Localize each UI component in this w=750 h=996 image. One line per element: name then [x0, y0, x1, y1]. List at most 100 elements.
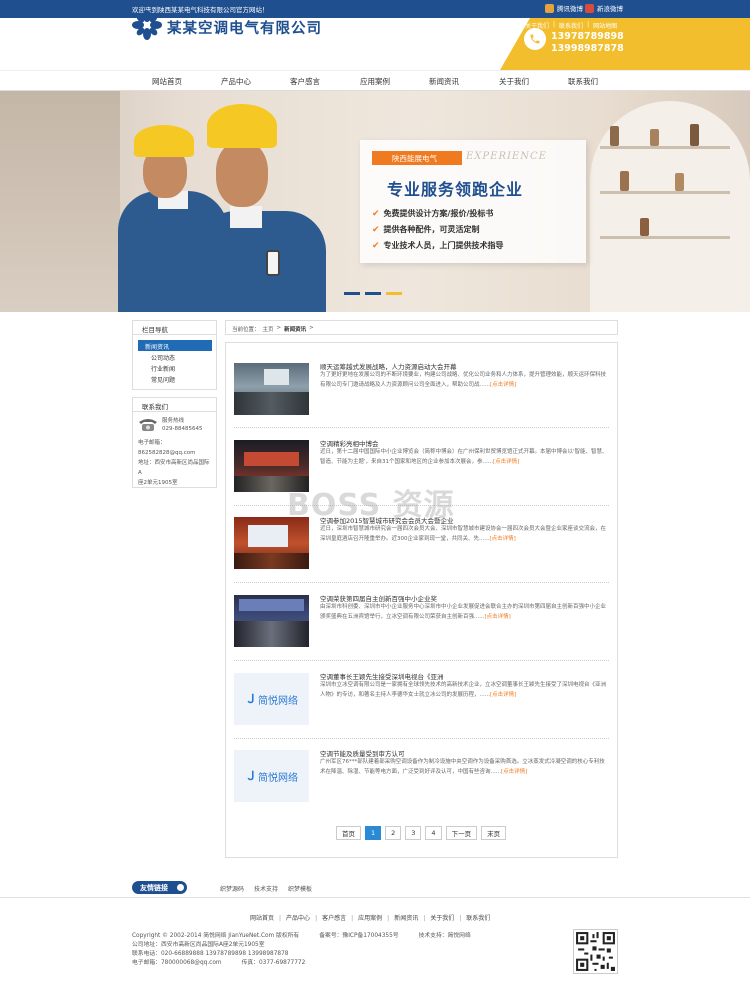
- news-summary: 近日，第十二届中国国际中小企业博览会（简称中博会）在广州保利世贸博览馆正式开幕。…: [320, 449, 608, 465]
- slogan-list: ✔ 免费提供设计方案/报价/投标书 ✔ 提供各种配件，可灵活定制 ✔ 专业技术人员，上…: [372, 206, 504, 254]
- news-title[interactable]: 空调董事长王颖先生接受深圳电视台《亚洲: [320, 671, 444, 681]
- list-item[interactable]: Ｊ 简悦网络 空调董事长王颖先生接受深圳电视台《亚洲 深圳市立冰空调有限公司是一…: [234, 671, 609, 727]
- slogan-english: EXPERIENCE: [466, 151, 547, 162]
- list-item[interactable]: 空调荣获第四届自主创新百强中小企业奖 由深圳市科创委、深圳市中小企业服务中心深圳…: [234, 593, 609, 649]
- sidebar-nav: 栏目导航 新闻资讯 公司动态 行业新闻 常见问题: [132, 320, 217, 390]
- footer-link-about[interactable]: 关于我们: [418, 913, 454, 922]
- nav-contact[interactable]: 联系我们: [568, 76, 598, 87]
- slogan-point: ✔ 免费提供设计方案/报价/投标书: [372, 206, 504, 222]
- footer-link-products[interactable]: 产品中心: [274, 913, 310, 922]
- page-2-button[interactable]: 2: [385, 826, 402, 840]
- footer-fax: 传真：0377-69877772: [241, 960, 306, 966]
- news-summary: 为了更好更地在发展公司的不断环境要业，构建公司战略、优化公司业务和人力体系，提升…: [320, 372, 607, 388]
- brand-logo-icon: Ｊ: [245, 692, 258, 706]
- nav-about[interactable]: 关于我们: [499, 76, 529, 87]
- phone-number-2: 13998987878: [551, 43, 624, 54]
- page-3-button[interactable]: 3: [405, 826, 422, 840]
- list-item[interactable]: Ｊ 简悦网络 空调节能及质量受到审方认可 广州军区76***部队建着部采购空调设…: [234, 748, 609, 804]
- slider-dot[interactable]: [365, 292, 381, 295]
- top-bar: 欢迎来到陕西某某电气科技有限公司官方网站！ 腾讯微博 新浪微博: [0, 0, 750, 18]
- hotline-number: 029-88485645: [162, 426, 203, 432]
- read-more-link[interactable]: [点击详情]: [493, 459, 519, 465]
- footer-info: Copyright © 2002-2014 简悦网络 JianYueNet.Co…: [132, 932, 471, 968]
- news-thumbnail[interactable]: [234, 517, 309, 569]
- footer-address: 公司地址：西安市高新区尚品国际A座2单元1905室: [132, 942, 265, 948]
- news-summary: 由深圳市科创委、深圳市中小企业服务中心深圳市中小企业发展促进会联合主办的深圳市第…: [320, 604, 607, 620]
- slider-dot[interactable]: [344, 292, 360, 295]
- read-more-link[interactable]: [点击详情]: [490, 692, 516, 698]
- sidebar-item-faq[interactable]: 常见问题: [133, 375, 216, 386]
- slider-indicators: [344, 292, 402, 295]
- footer-email: 电子邮箱：780000068@qq.com: [132, 960, 222, 966]
- news-thumbnail[interactable]: Ｊ 简悦网络: [234, 750, 309, 802]
- footer-link-contact[interactable]: 联系我们: [454, 913, 490, 922]
- footer-link-testimonials[interactable]: 客户感言: [310, 913, 346, 922]
- page-first-button[interactable]: 首页: [336, 826, 361, 840]
- news-thumbnail[interactable]: [234, 595, 309, 647]
- phone-number-1: 13978789898: [551, 31, 624, 42]
- sina-weibo-link[interactable]: 新浪微博: [585, 3, 623, 13]
- slider-dot-active[interactable]: [386, 292, 402, 295]
- footer-nav: 网站首页 产品中心 客户感言 应用案例 新闻资讯 关于我们 联系我们: [250, 913, 490, 922]
- breadcrumb: 当前位置： 主页 > 新闻资讯 >: [225, 320, 618, 335]
- hotline-label: 服务热线: [162, 418, 185, 424]
- page-4-button[interactable]: 4: [425, 826, 442, 840]
- news-thumbnail[interactable]: [234, 363, 309, 415]
- breadcrumb-home[interactable]: 主页: [263, 325, 274, 334]
- page-1-button[interactable]: 1: [365, 826, 382, 840]
- footer-link-cases[interactable]: 应用案例: [346, 913, 382, 922]
- mobile-phone-icon: [266, 250, 280, 276]
- sidebar-item-industry-news[interactable]: 行业新闻: [133, 364, 216, 375]
- email-value: 862582828@qq.com: [138, 450, 196, 456]
- read-more-link[interactable]: [点击详情]: [485, 614, 511, 620]
- friend-links-badge: 友情链接: [132, 881, 187, 894]
- email-label: 电子邮箱：: [138, 440, 166, 446]
- sidebar-item-company-news[interactable]: 公司动态: [133, 353, 216, 364]
- sidebar-nav-title: 栏目导航: [133, 321, 216, 335]
- logo-icon[interactable]: [132, 10, 162, 40]
- sidebar-category-news[interactable]: 新闻资讯: [138, 340, 212, 351]
- header-link-contact[interactable]: 联系我们: [559, 21, 583, 30]
- news-summary: 近日，深圳市智慧城市研究会一届四次会员大会、深圳市智慧城市建设协会一届四次会员大…: [320, 526, 607, 542]
- page-next-button[interactable]: 下一页: [445, 826, 478, 840]
- read-more-link[interactable]: [点击详情]: [490, 536, 516, 542]
- read-more-link[interactable]: [点击详情]: [501, 769, 527, 775]
- friend-link[interactable]: 技术支持: [254, 884, 278, 893]
- footer-link-home[interactable]: 网站首页: [250, 913, 274, 922]
- read-more-link[interactable]: [点击详情]: [490, 382, 516, 388]
- tencent-weibo-link[interactable]: 腾讯微博: [545, 3, 583, 13]
- friend-link[interactable]: 织梦模板: [288, 884, 312, 893]
- news-title[interactable]: 空调节能及质量受到审方认可: [320, 748, 405, 758]
- nav-home[interactable]: 网站首页: [152, 76, 182, 87]
- breadcrumb-label: 当前位置：: [232, 327, 260, 333]
- footer-link-news[interactable]: 新闻资讯: [382, 913, 418, 922]
- friend-link[interactable]: 织梦源码: [220, 884, 244, 893]
- nav-news[interactable]: 新闻资讯: [429, 76, 459, 87]
- news-thumbnail[interactable]: Ｊ 简悦网络: [234, 673, 309, 725]
- header: [0, 18, 750, 70]
- page-last-button[interactable]: 末页: [481, 826, 507, 840]
- company-name: 某某空调电气有限公司: [167, 20, 322, 37]
- address-line: 地址：西安市高新区尚品国际A: [138, 460, 210, 476]
- address-line-2: 座2单元1905室: [138, 480, 178, 486]
- news-title[interactable]: 空调精彩亮相中博会: [320, 438, 379, 448]
- nav-cases[interactable]: 应用案例: [360, 76, 390, 87]
- breadcrumb-current[interactable]: 新闻资讯: [284, 325, 306, 334]
- telephone-icon: [139, 419, 157, 431]
- news-summary: 深圳市立冰空调有限公司是一家拥有全球领先技术的高新技术企业，立冰空调董事长王颖先…: [320, 682, 607, 698]
- footer-tel: 联系电话：020-66889888 13978789898 1399898787…: [132, 951, 289, 957]
- main-nav: 网站首页 产品中心 客户感言 应用案例 新闻资讯 关于我们 联系我们: [0, 70, 750, 91]
- nav-products[interactable]: 产品中心: [221, 76, 251, 87]
- slogan-title: 专业服务领跑企业: [387, 180, 524, 199]
- icp-number[interactable]: 备案号：豫ICP备17004355号: [319, 932, 398, 941]
- slogan-tag: 陕西能展电气: [372, 151, 462, 165]
- qr-code-icon: [573, 929, 618, 974]
- watermark: BOSS 资源: [287, 488, 455, 523]
- tencent-weibo-icon: [545, 3, 554, 13]
- nav-testimonials[interactable]: 客户感言: [290, 76, 320, 87]
- list-item[interactable]: 顺天运筹越式发展战略，人力资源启动大会开幕 为了更好更地在发展公司的不断环境要业…: [234, 361, 609, 417]
- brand-logo-text: 简悦网络: [258, 695, 298, 707]
- news-title[interactable]: 空调荣获第四届自主创新百强中小企业奖: [320, 593, 437, 603]
- header-link-sitemap[interactable]: 网站地图: [593, 21, 617, 30]
- news-title[interactable]: 顺天运筹越式发展战略，人力资源启动大会开幕: [320, 361, 457, 371]
